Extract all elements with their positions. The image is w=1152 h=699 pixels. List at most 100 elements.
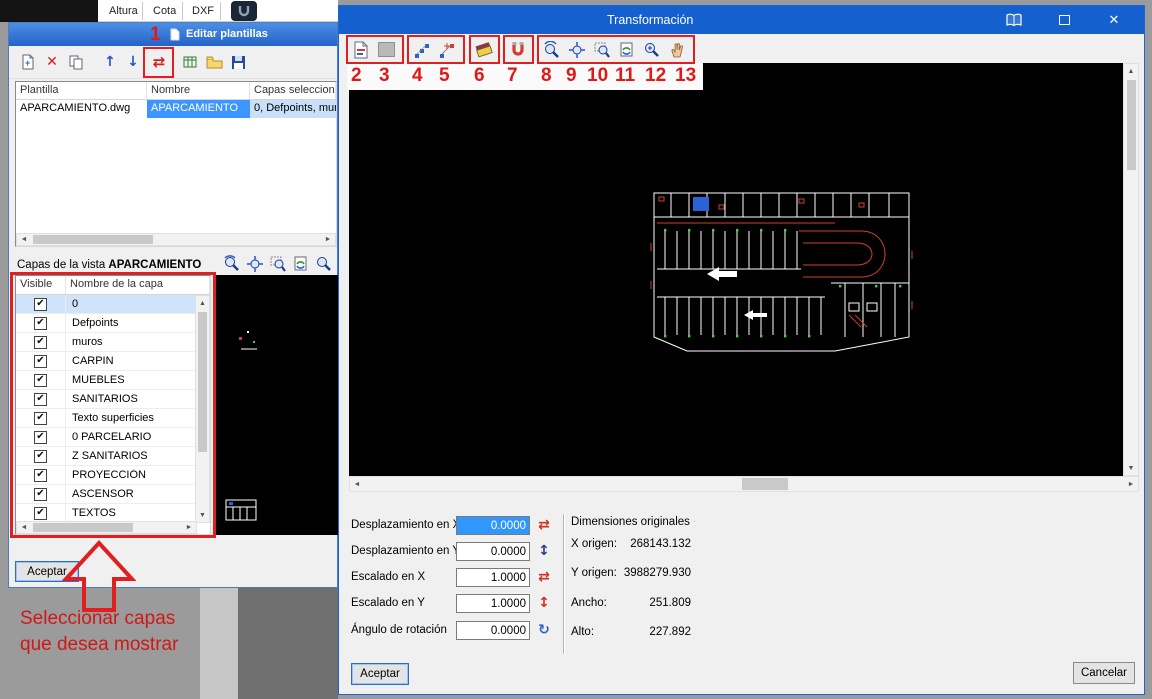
offset-x-input[interactable]: [456, 516, 530, 535]
close-button[interactable]: ✕: [1103, 9, 1125, 31]
canvas-hscrollbar[interactable]: ◄ ►: [349, 476, 1139, 492]
background-panel-dark: [238, 585, 338, 699]
annotation-box-group-5: [537, 35, 695, 64]
copy-template-button[interactable]: [65, 51, 87, 73]
offset-x-icon[interactable]: ⇄: [535, 516, 553, 534]
maximize-button[interactable]: [1053, 9, 1075, 31]
scroll-up-icon[interactable]: ▲: [1124, 64, 1138, 78]
zoom-extents-button[interactable]: [565, 38, 589, 62]
accept-button[interactable]: Aceptar: [351, 663, 409, 685]
preview-mini-drawing: [225, 497, 259, 523]
scroll-down-icon[interactable]: ▼: [1124, 461, 1138, 475]
annotation-number-7: 7: [507, 65, 518, 87]
save-button[interactable]: [227, 51, 249, 73]
screen: Altura Cota DXF Editar plantillas + ✕ ↑: [0, 0, 1152, 699]
scale-x-icon[interactable]: ⇄: [535, 568, 553, 586]
zoom-extents-button[interactable]: [244, 253, 266, 275]
open-file-button[interactable]: [203, 51, 225, 73]
zoom-rotate-button[interactable]: [221, 253, 243, 275]
annotation-number-12: 12: [645, 65, 666, 87]
template-row[interactable]: APARCAMIENTO.dwg APARCAMIENTO 0, Defpoin…: [16, 100, 336, 118]
annotation-box-group-4: [503, 35, 534, 64]
scroll-thumb[interactable]: [1127, 80, 1136, 170]
tab-separator: [220, 2, 221, 20]
eraser-button[interactable]: [472, 38, 496, 62]
annotation-text-line-1: Seleccionar capas: [20, 608, 175, 630]
dimension-value: 268143.132: [579, 538, 691, 550]
dimensions-group: Dimensiones originales: [571, 516, 695, 528]
layer-preview-canvas[interactable]: [213, 275, 339, 535]
zoom-in-button[interactable]: [640, 38, 664, 62]
preview-marks: [237, 327, 267, 357]
scroll-thumb[interactable]: [742, 478, 788, 490]
group-divider: [563, 514, 565, 654]
tab-separator: [182, 2, 183, 20]
templates-hscrollbar[interactable]: ◄ ►: [16, 233, 336, 246]
cad-floorplan-drawing: [649, 185, 919, 383]
transform-points-alt-button[interactable]: [435, 38, 459, 62]
field-label: Escalado en Y: [351, 597, 425, 609]
scale-y-input[interactable]: [456, 594, 530, 613]
scroll-right-icon[interactable]: ►: [1124, 477, 1138, 491]
move-up-button[interactable]: ↑: [99, 51, 121, 73]
annotation-box-swap-button: [143, 47, 174, 78]
scale-x-input[interactable]: [456, 568, 530, 587]
column-plantilla[interactable]: Plantilla: [16, 82, 147, 99]
new-template-button[interactable]: +: [17, 51, 39, 73]
redraw-button[interactable]: [290, 253, 312, 275]
column-nombre[interactable]: Nombre: [147, 82, 250, 99]
column-capas[interactable]: Capas seleccionad: [250, 82, 336, 99]
redraw-button[interactable]: [615, 38, 639, 62]
pan-button[interactable]: [665, 38, 689, 62]
zoom-in-button[interactable]: [313, 253, 335, 275]
dimensions-title: Dimensiones originales: [571, 516, 690, 528]
canvas-vscrollbar[interactable]: ▲ ▼: [1123, 63, 1139, 476]
scroll-left-icon[interactable]: ◄: [350, 477, 364, 491]
zoom-rotate-button[interactable]: [540, 38, 564, 62]
svg-text:+: +: [25, 58, 30, 68]
annotation-number-9: 9: [566, 65, 577, 87]
maximize-icon: [1059, 15, 1070, 25]
blank-gray-button[interactable]: [374, 38, 398, 62]
transformation-titlebar[interactable]: Transformación ✕: [339, 6, 1144, 34]
export-table-button[interactable]: [179, 51, 201, 73]
scroll-right-icon[interactable]: ►: [321, 234, 335, 245]
annotation-number-13: 13: [675, 65, 696, 87]
scroll-thumb[interactable]: [33, 235, 153, 244]
scale-y-icon[interactable]: ↕: [535, 594, 553, 612]
annotation-number-2: 2: [351, 65, 362, 87]
book-icon[interactable]: [1003, 9, 1025, 31]
annotation-arrow-up: [62, 540, 136, 614]
layers-section-label: Capas de la vista APARCAMIENTO: [17, 259, 201, 271]
transform-points-button[interactable]: [410, 38, 434, 62]
magnet-snap-button[interactable]: [506, 38, 530, 62]
annotation-box-group-3: [469, 35, 500, 64]
scroll-left-icon[interactable]: ◄: [17, 234, 31, 245]
annotation-number-6: 6: [474, 65, 485, 87]
layers-view-name: APARCAMIENTO: [108, 259, 201, 271]
delete-template-button[interactable]: ✕: [41, 51, 63, 73]
import-dxf-button[interactable]: [349, 38, 373, 62]
rotation-angle-input[interactable]: [456, 621, 530, 640]
tab-altura[interactable]: Altura: [102, 0, 145, 22]
app-dark-corner: [0, 0, 98, 22]
zoom-window-button[interactable]: [267, 253, 289, 275]
cancel-button[interactable]: Cancelar: [1073, 662, 1135, 684]
offset-y-input[interactable]: [456, 542, 530, 561]
dialog-title: Editar plantillas: [186, 28, 268, 40]
tab-cota[interactable]: Cota: [146, 0, 183, 22]
offset-y-icon[interactable]: ↕: [535, 542, 553, 560]
tab-separator: [142, 2, 143, 20]
annotation-number-3: 3: [379, 65, 390, 87]
annotation-number-4: 4: [412, 65, 423, 87]
dimension-value: 3988279.930: [579, 567, 691, 579]
edit-templates-titlebar[interactable]: Editar plantillas: [9, 23, 337, 46]
magnet-tool-icon[interactable]: [231, 1, 257, 21]
tab-dxf[interactable]: DXF: [185, 0, 221, 22]
zoom-window-button[interactable]: [590, 38, 614, 62]
move-down-button[interactable]: ↓: [122, 51, 144, 73]
annotation-text-line-2: que desea mostrar: [20, 634, 178, 656]
transformation-dialog: Transformación ✕: [338, 5, 1145, 695]
rotation-icon[interactable]: ↻: [535, 621, 553, 639]
annotation-number-1: 1: [150, 24, 161, 46]
